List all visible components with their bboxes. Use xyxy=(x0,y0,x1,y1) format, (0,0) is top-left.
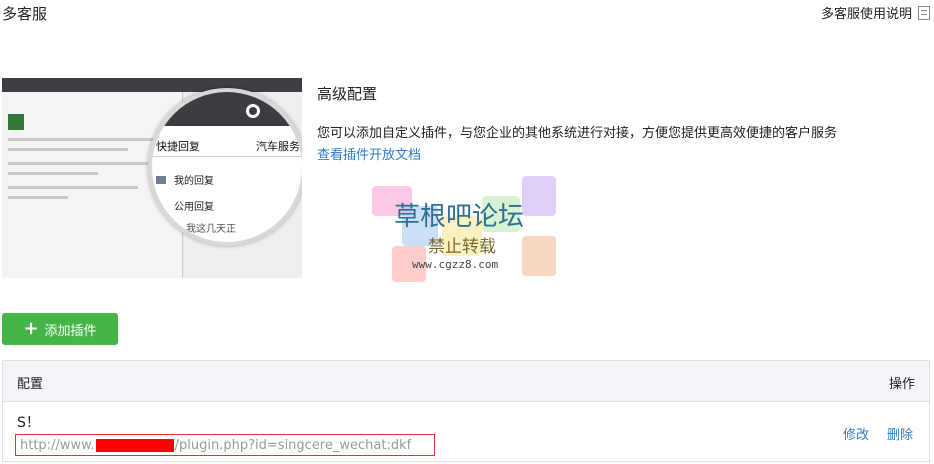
gear-icon xyxy=(246,104,260,118)
preview-text-line xyxy=(8,172,98,175)
delete-button[interactable]: 删除 xyxy=(887,424,913,443)
watermark-block xyxy=(522,236,556,276)
preview-text-line xyxy=(8,186,138,189)
column-header-config: 配置 xyxy=(17,377,44,392)
preview-item-my-replies: 我的回复 xyxy=(174,176,214,187)
page-title: 多客服 xyxy=(2,5,48,23)
advanced-config-description: 您可以添加自定义插件，与您企业的其他系统进行对接，方便您提供更高效便捷的客户服务 xyxy=(317,126,838,141)
folder-icon xyxy=(156,176,166,184)
watermark-text-1: 草根吧论坛 xyxy=(394,202,525,232)
preview-tab-car-service: 汽车服务 xyxy=(256,140,300,153)
advanced-config-title: 高级配置 xyxy=(317,85,378,103)
preview-text-line xyxy=(8,162,148,165)
feature-preview-image: 快捷回复 汽车服务 我的回复 公用回复 您，我这几天正 xyxy=(2,78,302,278)
preview-titlebar xyxy=(2,78,302,92)
watermark: 草根吧论坛 禁止转载 www.cgzz8.com xyxy=(372,176,562,288)
watermark-text-3: www.cgzz8.com xyxy=(412,258,499,271)
plus-icon: + xyxy=(23,318,39,339)
add-plugin-button[interactable]: + 添加插件 xyxy=(2,313,118,345)
preview-tab-quick-reply: 快捷回复 xyxy=(156,140,200,153)
plugin-table: 配置 操作 S！ http://www. /plugin.php?id=sing… xyxy=(2,360,930,462)
preview-item-snippet: 您，我这几天正 xyxy=(166,224,236,235)
column-header-ops: 操作 xyxy=(888,377,915,392)
table-header: 配置 操作 xyxy=(3,361,929,402)
help-label[interactable]: 多客服使用说明 xyxy=(821,3,912,22)
document-icon[interactable] xyxy=(918,5,930,20)
plugin-url: http://www. /plugin.php?id=singcere_wech… xyxy=(15,434,435,456)
edit-button[interactable]: 修改 xyxy=(843,424,869,443)
plugin-docs-link[interactable]: 查看插件开放文档 xyxy=(317,144,421,163)
add-plugin-label: 添加插件 xyxy=(44,323,97,339)
preview-text-line xyxy=(8,196,68,199)
preview-text-line xyxy=(8,138,158,141)
preview-item-public-replies: 公用回复 xyxy=(174,202,214,213)
watermark-text-2: 禁止转载 xyxy=(428,237,496,257)
plugin-url-prefix: http://www. xyxy=(20,437,95,453)
plugin-url-suffix: /plugin.php?id=singcere_wechat:dkf xyxy=(174,437,412,453)
help-link[interactable]: 多客服使用说明 xyxy=(821,3,930,22)
table-row: S！ http://www. /plugin.php?id=singcere_w… xyxy=(3,402,929,462)
plugin-name: S！ xyxy=(17,415,40,431)
preview-avatar xyxy=(8,114,24,130)
preview-magnifier: 快捷回复 汽车服务 我的回复 公用回复 您，我这几天正 xyxy=(148,88,302,246)
watermark-block xyxy=(522,176,556,216)
redaction-bar xyxy=(95,438,174,452)
divider xyxy=(152,156,302,157)
preview-text-line xyxy=(8,148,128,151)
magnifier-toolbar xyxy=(152,92,302,126)
